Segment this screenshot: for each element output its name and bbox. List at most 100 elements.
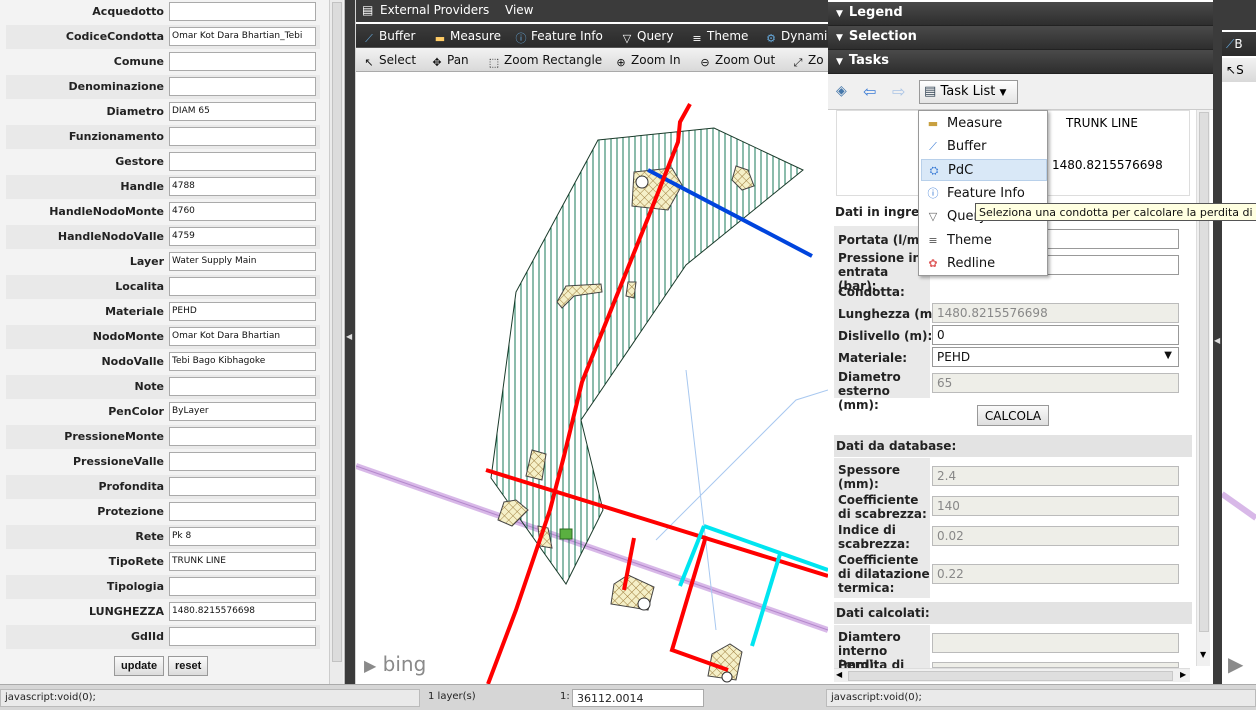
scale-input[interactable]: 36112.0014 bbox=[572, 689, 704, 707]
list-icon: ▤ bbox=[924, 84, 937, 99]
zoom-extent-icon: ⤢ bbox=[793, 56, 803, 69]
reset-button[interactable]: reset bbox=[168, 656, 209, 676]
attribute-label: Comune bbox=[113, 55, 164, 68]
lunghezza-input: 1480.8215576698 bbox=[932, 303, 1179, 323]
menu-item-redline[interactable]: ✿ Redline bbox=[921, 253, 1047, 275]
menu-item-measure[interactable]: ▬ Measure bbox=[921, 113, 1047, 135]
attribute-input[interactable]: PEHD bbox=[169, 302, 316, 321]
attribute-input[interactable] bbox=[169, 277, 316, 296]
legend-header[interactable]: ▼ Legend bbox=[828, 2, 1213, 26]
condotta-label: Condotta: bbox=[838, 285, 905, 299]
back-icon[interactable]: ⇦ bbox=[863, 82, 876, 101]
attribute-input[interactable] bbox=[169, 52, 316, 71]
attribute-input[interactable] bbox=[169, 377, 316, 396]
tool-zoom-out[interactable]: ⊖ Zoom Out bbox=[698, 53, 775, 69]
tool-zoom-in[interactable]: ⊕ Zoom In bbox=[614, 53, 680, 69]
attribute-input[interactable] bbox=[169, 477, 316, 496]
pipe-cyan-branch-2[interactable] bbox=[750, 553, 782, 647]
attribute-input[interactable] bbox=[169, 502, 316, 521]
scroll-right-icon[interactable]: ▶ bbox=[1180, 670, 1186, 679]
right-splitter[interactable]: ◀ bbox=[1213, 0, 1222, 684]
attribute-row: Tipologia bbox=[6, 575, 320, 599]
spessore-input: 2.4 bbox=[932, 466, 1179, 486]
pipe-cyan-main[interactable] bbox=[703, 524, 828, 572]
form-scrollbar[interactable] bbox=[329, 0, 343, 684]
attribute-input[interactable]: 4759 bbox=[169, 227, 316, 246]
secondary-toolbar[interactable]: ⟋B bbox=[1222, 32, 1256, 56]
attribute-input[interactable]: Tebi Bago Kibhagoke bbox=[169, 352, 316, 371]
attribute-input[interactable] bbox=[169, 127, 316, 146]
attribute-row: Profondita bbox=[6, 475, 320, 499]
attribute-input[interactable]: ByLayer bbox=[169, 402, 316, 421]
selection-header[interactable]: ▼ Selection bbox=[828, 26, 1213, 50]
attribute-input[interactable] bbox=[169, 577, 316, 596]
attribute-label: Protezione bbox=[97, 505, 164, 518]
globe-icon[interactable]: ◈ bbox=[836, 83, 847, 99]
attribute-input[interactable] bbox=[169, 627, 316, 646]
menu-external-providers[interactable]: External Providers bbox=[380, 3, 489, 17]
pan-icon: ✥ bbox=[432, 56, 442, 69]
feature-info-icon: ⓘ bbox=[515, 32, 527, 45]
tool-zoom-rectangle[interactable]: ⬚ Zoom Rectangle bbox=[487, 53, 602, 69]
zoom-in-icon: ⊕ bbox=[616, 56, 626, 69]
tool-theme[interactable]: ≡ Theme bbox=[690, 29, 748, 45]
tool-measure[interactable]: ▬ Measure bbox=[433, 29, 501, 45]
scroll-left-icon[interactable]: ◀ bbox=[836, 670, 842, 679]
map-panel: ▤ External Providers View ⟋ Buffer ▬ Measu… bbox=[356, 0, 828, 684]
collapse-right-icon[interactable]: ◀ bbox=[1214, 336, 1220, 345]
attribute-input[interactable]: 1480.8215576698 bbox=[169, 602, 316, 621]
attribute-input[interactable] bbox=[169, 452, 316, 471]
tool-select[interactable]: ↖ Select bbox=[362, 53, 416, 69]
attribute-input[interactable] bbox=[169, 2, 316, 21]
tasks-header[interactable]: ▼ Tasks bbox=[828, 50, 1213, 74]
forward-icon[interactable]: ⇨ bbox=[892, 82, 905, 101]
left-splitter[interactable]: ◀ bbox=[345, 0, 355, 684]
attribute-input[interactable]: DIAM 65 bbox=[169, 102, 316, 121]
attribute-input[interactable]: Pk 8 bbox=[169, 527, 316, 546]
attribute-input[interactable] bbox=[169, 427, 316, 446]
menu-item-theme[interactable]: ≡ Theme bbox=[921, 230, 1047, 252]
scroll-down-icon[interactable]: ▼ bbox=[1200, 650, 1206, 659]
menu-item-pdc[interactable]: ⛭ PdC bbox=[921, 159, 1047, 181]
indice-label: Indice di scabrezza: bbox=[838, 523, 910, 551]
node-marker-2[interactable] bbox=[637, 597, 651, 611]
dilatazione-label: Coefficiente di dilatazione termica: bbox=[838, 553, 930, 595]
calcola-button[interactable]: CALCOLA bbox=[977, 405, 1049, 426]
attribute-input[interactable]: Water Supply Main bbox=[169, 252, 316, 271]
secondary-toolbar-2[interactable]: ↖S bbox=[1222, 58, 1256, 82]
node-square[interactable] bbox=[559, 528, 573, 540]
tool-pan[interactable]: ✥ Pan bbox=[430, 53, 468, 69]
panel-hscrollbar[interactable]: ◀ ▶ bbox=[834, 668, 1190, 682]
attribute-input[interactable]: Omar Kot Dara Bhartian bbox=[169, 327, 316, 346]
attribute-row: Note bbox=[6, 375, 320, 399]
update-button[interactable]: update bbox=[114, 656, 165, 676]
tool-zoom-extent[interactable]: ⤢ Zo bbox=[791, 53, 824, 69]
secondary-map[interactable] bbox=[1222, 84, 1256, 684]
tool-buffer[interactable]: ⟋ Buffer bbox=[362, 29, 415, 45]
tool-dynamic[interactable]: ⚙ Dynami bbox=[764, 29, 827, 45]
attribute-label: Rete bbox=[135, 530, 164, 543]
menu-item-buffer[interactable]: ⟋ Buffer bbox=[921, 136, 1047, 158]
panel-scrollbar[interactable]: ▼ bbox=[1196, 110, 1210, 666]
task-list-dropdown[interactable]: ▤ Task List ▼ bbox=[919, 80, 1018, 104]
menu-view[interactable]: View bbox=[505, 3, 533, 17]
attribute-input[interactable] bbox=[169, 77, 316, 96]
dislivello-input[interactable]: 0 bbox=[932, 325, 1179, 345]
attribute-input[interactable] bbox=[169, 152, 316, 171]
attribute-input[interactable]: 4760 bbox=[169, 202, 316, 221]
attribute-input[interactable]: 4788 bbox=[169, 177, 316, 196]
tool-feature-info[interactable]: ⓘ Feature Info bbox=[514, 29, 603, 45]
node-marker[interactable] bbox=[635, 175, 649, 189]
collapse-left-icon[interactable]: ◀ bbox=[346, 332, 352, 341]
attribute-row: TipoRete TRUNK LINE bbox=[6, 550, 320, 574]
materiale-select[interactable]: PEHD ▼ bbox=[932, 347, 1179, 367]
providers-icon: ▤ bbox=[362, 3, 374, 17]
node-marker-3[interactable] bbox=[721, 671, 733, 683]
tool-query[interactable]: ▽ Query bbox=[620, 29, 674, 45]
attribute-input[interactable]: TRUNK LINE bbox=[169, 552, 316, 571]
buffer-icon: ⟋ bbox=[1226, 37, 1235, 51]
attribute-input[interactable]: Omar Kot Dara Bhartian_Tebi bbox=[169, 27, 316, 46]
map-canvas[interactable] bbox=[356, 70, 828, 684]
menu-item-feature-info[interactable]: ⓘ Feature Info bbox=[921, 183, 1047, 205]
collapse-icon: ▼ bbox=[836, 33, 843, 43]
